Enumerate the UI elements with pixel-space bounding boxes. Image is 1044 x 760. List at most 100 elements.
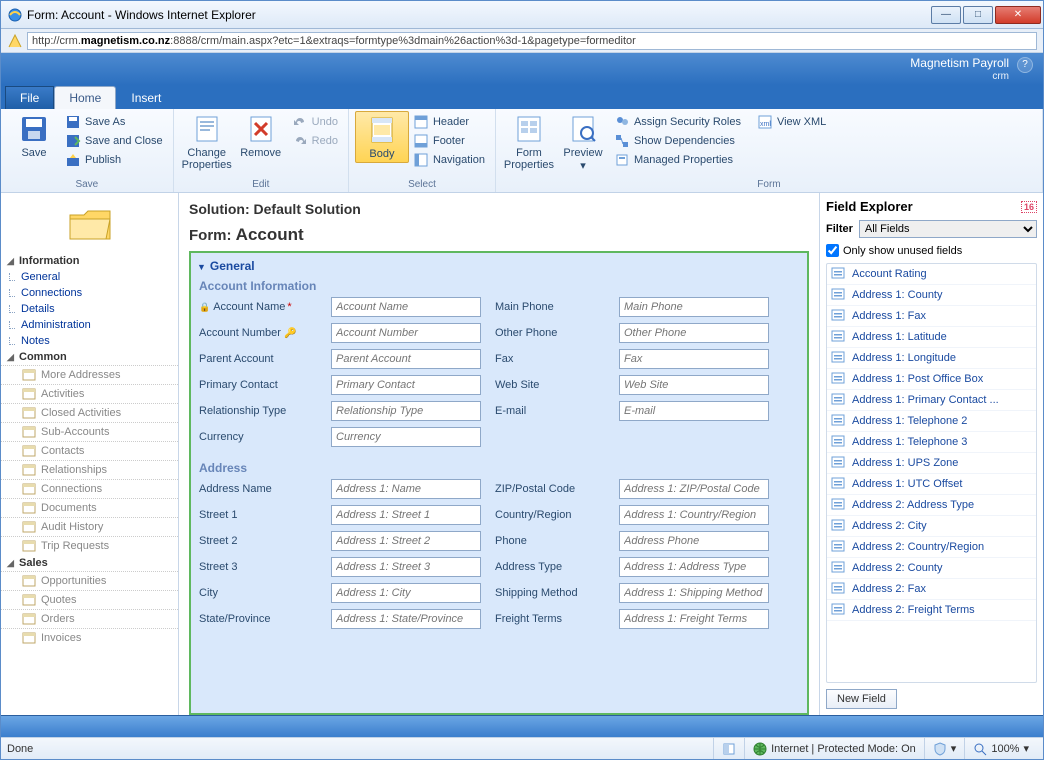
field-list-item[interactable]: Address 2: County <box>827 558 1036 579</box>
filter-select[interactable]: All Fields <box>859 220 1037 238</box>
save-as-button[interactable]: Save As <box>61 113 167 131</box>
left-nav[interactable]: ◢Information GeneralConnectionsDetailsAd… <box>1 193 179 715</box>
show-deps-button[interactable]: Show Dependencies <box>610 132 745 150</box>
field-label: Other Phone <box>495 323 605 343</box>
undo-button[interactable]: Undo <box>288 113 342 131</box>
field-input[interactable] <box>331 297 481 317</box>
field-input[interactable] <box>619 583 769 603</box>
nav-item-relationships[interactable]: Relationships <box>1 460 178 479</box>
field-list-item[interactable]: Address 1: County <box>827 285 1036 306</box>
section-general[interactable]: ▼General <box>197 257 801 275</box>
nav-item-details[interactable]: Details <box>1 301 178 317</box>
field-list-item[interactable]: Address 1: Fax <box>827 306 1036 327</box>
field-input[interactable] <box>331 531 481 551</box>
only-unused-checkbox[interactable] <box>826 244 839 257</box>
remove-button[interactable]: Remove <box>234 111 288 161</box>
field-input[interactable] <box>619 557 769 577</box>
field-input[interactable] <box>331 401 481 421</box>
nav-section-common[interactable]: ◢Common <box>1 349 178 365</box>
field-list-item[interactable]: Address 2: Freight Terms <box>827 600 1036 621</box>
field-input[interactable] <box>619 349 769 369</box>
nav-item-opportunities[interactable]: Opportunities <box>1 571 178 590</box>
assign-roles-button[interactable]: Assign Security Roles <box>610 113 745 131</box>
file-tab[interactable]: File <box>5 86 54 109</box>
field-list-item[interactable]: Address 1: UPS Zone <box>827 453 1036 474</box>
footer-button[interactable]: Footer <box>409 132 489 150</box>
field-input[interactable] <box>619 375 769 395</box>
field-input[interactable] <box>331 427 481 447</box>
url-field[interactable]: http://crm.magnetism.co.nz:8888/crm/main… <box>27 32 1037 50</box>
nav-item-sub-accounts[interactable]: Sub-Accounts <box>1 422 178 441</box>
field-input[interactable] <box>331 557 481 577</box>
status-zoom[interactable]: 100% ▾ <box>964 738 1037 759</box>
new-field-button[interactable]: New Field <box>826 689 897 709</box>
navigation-button[interactable]: Navigation <box>409 151 489 169</box>
insert-tab[interactable]: Insert <box>116 86 176 109</box>
field-list-item[interactable]: Address 1: UTC Offset <box>827 474 1036 495</box>
close-button[interactable]: ✕ <box>995 6 1041 24</box>
field-input[interactable] <box>331 609 481 629</box>
nav-item-connections[interactable]: Connections <box>1 479 178 498</box>
nav-item-general[interactable]: General <box>1 269 178 285</box>
nav-item-orders[interactable]: Orders <box>1 609 178 628</box>
field-input[interactable] <box>619 479 769 499</box>
field-input[interactable] <box>331 479 481 499</box>
field-list-item[interactable]: Account Rating <box>827 264 1036 285</box>
minimize-button[interactable]: — <box>931 6 961 24</box>
nav-section-sales[interactable]: ◢Sales <box>1 555 178 571</box>
form-canvas[interactable]: ▼General Account Information 🔒Account Na… <box>189 251 809 715</box>
field-list-item[interactable]: Address 2: Country/Region <box>827 537 1036 558</box>
nav-item-administration[interactable]: Administration <box>1 317 178 333</box>
save-button[interactable]: Save <box>7 111 61 161</box>
field-list[interactable]: Account RatingAddress 1: CountyAddress 1… <box>826 263 1037 683</box>
field-list-item[interactable]: Address 2: Fax <box>827 579 1036 600</box>
field-input[interactable] <box>331 323 481 343</box>
nav-item-invoices[interactable]: Invoices <box>1 628 178 647</box>
view-xml-button[interactable]: xmlView XML <box>753 113 830 131</box>
nav-section-information[interactable]: ◢Information <box>1 253 178 269</box>
nav-item-more-addresses[interactable]: More Addresses <box>1 365 178 384</box>
nav-item-connections[interactable]: Connections <box>1 285 178 301</box>
save-close-button[interactable]: Save and Close <box>61 132 167 150</box>
nav-item-notes[interactable]: Notes <box>1 333 178 349</box>
field-list-item[interactable]: Address 1: Telephone 2 <box>827 411 1036 432</box>
managed-props-button[interactable]: Managed Properties <box>610 151 745 169</box>
field-input[interactable] <box>619 401 769 421</box>
header-button[interactable]: Header <box>409 113 489 131</box>
home-tab[interactable]: Home <box>54 86 116 109</box>
field-list-item[interactable]: Address 1: Longitude <box>827 348 1036 369</box>
nav-item-quotes[interactable]: Quotes <box>1 590 178 609</box>
field-input[interactable] <box>619 531 769 551</box>
field-list-item[interactable]: Address 2: Address Type <box>827 495 1036 516</box>
nav-item-closed-activities[interactable]: Closed Activities <box>1 403 178 422</box>
field-input[interactable] <box>331 505 481 525</box>
nav-item-contacts[interactable]: Contacts <box>1 441 178 460</box>
change-properties-button[interactable]: Change Properties <box>180 111 234 173</box>
field-input[interactable] <box>619 609 769 629</box>
body-button[interactable]: Body <box>355 111 409 163</box>
navigation-icon <box>413 152 429 168</box>
field-input[interactable] <box>619 323 769 343</box>
field-input[interactable] <box>331 375 481 395</box>
help-icon[interactable]: ? <box>1017 57 1033 73</box>
field-input[interactable] <box>619 505 769 525</box>
nav-item-activities[interactable]: Activities <box>1 384 178 403</box>
field-input[interactable] <box>331 583 481 603</box>
status-compat[interactable] <box>713 738 744 759</box>
field-list-item[interactable]: Address 1: Post Office Box <box>827 369 1036 390</box>
status-security[interactable]: ▾ <box>924 738 965 759</box>
nav-item-documents[interactable]: Documents <box>1 498 178 517</box>
nav-item-audit-history[interactable]: Audit History <box>1 517 178 536</box>
preview-button[interactable]: Preview▾ <box>556 111 610 174</box>
form-properties-button[interactable]: Form Properties <box>502 111 556 173</box>
publish-button[interactable]: Publish <box>61 151 167 169</box>
field-list-item[interactable]: Address 1: Latitude <box>827 327 1036 348</box>
field-list-item[interactable]: Address 1: Primary Contact ... <box>827 390 1036 411</box>
field-list-item[interactable]: Address 1: Telephone 3 <box>827 432 1036 453</box>
field-list-item[interactable]: Address 2: City <box>827 516 1036 537</box>
nav-item-trip-requests[interactable]: Trip Requests <box>1 536 178 555</box>
field-input[interactable] <box>331 349 481 369</box>
field-input[interactable] <box>619 297 769 317</box>
maximize-button[interactable]: □ <box>963 6 993 24</box>
redo-button[interactable]: Redo <box>288 132 342 150</box>
